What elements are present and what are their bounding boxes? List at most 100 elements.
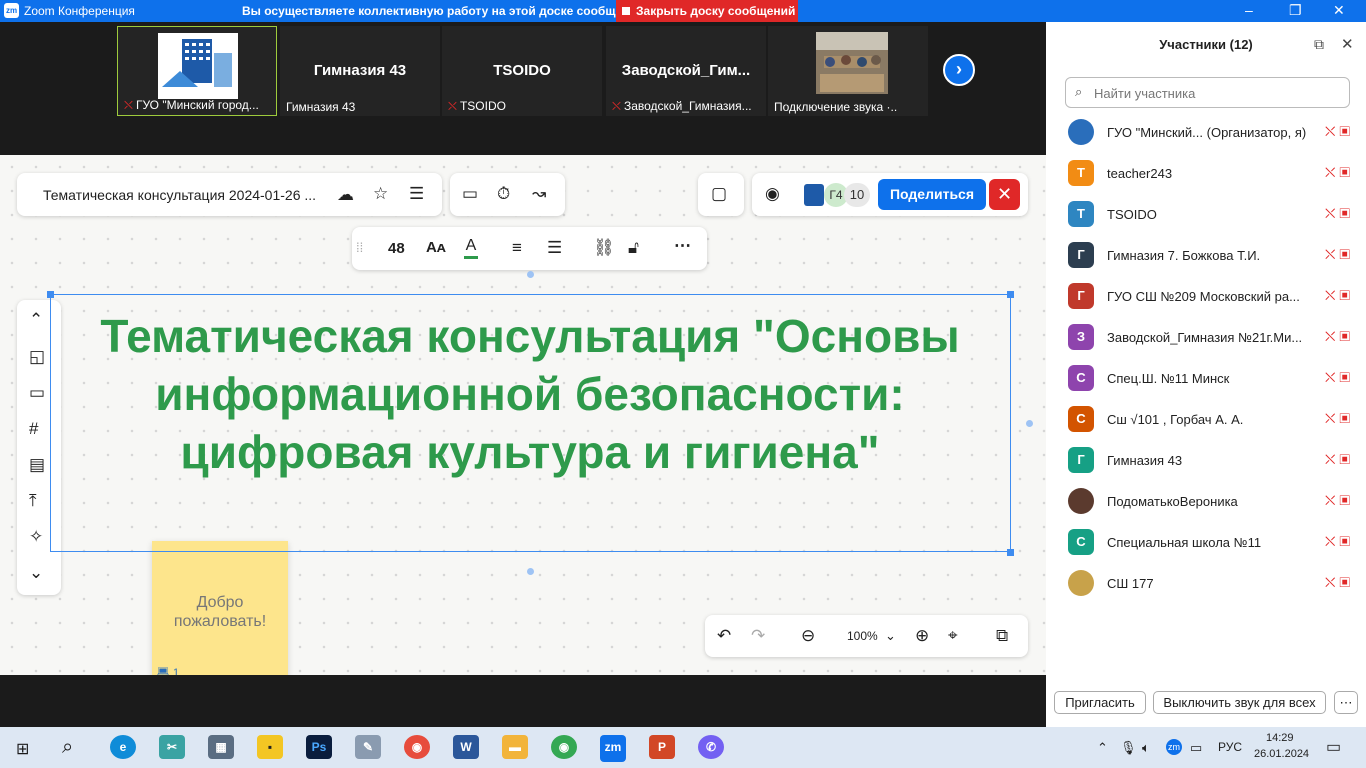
word-icon[interactable]: W bbox=[453, 735, 479, 759]
visibility-icon[interactable]: ◉ bbox=[765, 184, 780, 204]
next-page-button[interactable]: › bbox=[943, 54, 975, 86]
pages-icon[interactable]: ⧉ bbox=[996, 626, 1008, 646]
popout-icon[interactable]: ⧉ bbox=[1314, 36, 1324, 53]
chrome-profile-icon[interactable]: ◉ bbox=[551, 735, 577, 759]
star-icon[interactable]: ☆ bbox=[373, 184, 388, 204]
video-thumb[interactable]: ⛌ ГУО "Минский город... bbox=[117, 26, 277, 116]
powerpoint-icon[interactable]: P bbox=[649, 735, 675, 759]
participant-row[interactable]: Tteacher243 ⛌ ▣ bbox=[1046, 153, 1366, 194]
connector-dot[interactable] bbox=[527, 271, 534, 278]
minimize-icon[interactable]: – bbox=[1245, 2, 1253, 18]
network-icon[interactable]: ▭ bbox=[1190, 740, 1202, 756]
font-case-icon[interactable]: Aᴀ bbox=[426, 238, 446, 258]
video-thumb[interactable]: TSOIDO ⛌ TSOIDO bbox=[442, 26, 602, 116]
menu-icon[interactable]: ☰ bbox=[409, 184, 424, 204]
present-icon[interactable]: ▭ bbox=[462, 184, 478, 204]
headline-text[interactable]: Тематическая консультация "Основы информ… bbox=[60, 307, 1000, 481]
numbered-list-icon[interactable]: ☰ bbox=[547, 238, 562, 258]
search-input[interactable]: ⌕ Найти участника bbox=[1065, 77, 1350, 108]
participant-row[interactable]: Г Гимназия 43 ⛌ ▣ bbox=[1046, 440, 1366, 481]
comment-tool-icon[interactable]: ▭ bbox=[29, 383, 45, 403]
text-color-icon[interactable]: A bbox=[464, 236, 478, 259]
close-window-icon[interactable]: ✕ bbox=[1333, 2, 1345, 19]
snipping-tool-icon[interactable]: ✂ bbox=[159, 735, 185, 759]
participant-count[interactable]: 10 bbox=[844, 183, 870, 207]
redo-icon[interactable]: ↷ bbox=[751, 626, 765, 646]
microphone-icon[interactable]: 🎙︎ bbox=[1120, 740, 1137, 756]
more-options-icon[interactable]: ⋯ bbox=[674, 236, 691, 256]
magic-tools-icon[interactable]: ✧ bbox=[29, 527, 43, 547]
mute-all-button[interactable]: Выключить звук для всех bbox=[1153, 691, 1326, 714]
resize-handle[interactable] bbox=[1007, 291, 1014, 298]
drag-handle-icon[interactable]: ⁞⁞ bbox=[356, 238, 363, 258]
participant-row[interactable]: С Спец.Ш. №11 Минск ⛌ ▣ bbox=[1046, 358, 1366, 399]
laser-pointer-icon[interactable]: ↝ bbox=[532, 184, 546, 204]
zoom-taskbar-icon[interactable]: zm bbox=[600, 735, 626, 759]
chevron-down-icon[interactable]: ⌄ bbox=[885, 626, 896, 646]
align-center-icon[interactable]: ≡ bbox=[512, 238, 522, 258]
zoom-tray-icon[interactable]: zm bbox=[1166, 739, 1182, 755]
file-explorer-icon[interactable]: ▬ bbox=[502, 735, 528, 759]
timer-icon[interactable]: ⏱ bbox=[497, 184, 510, 204]
sticky-note[interactable]: Добро пожаловать! 💻︎ 1 bbox=[152, 541, 288, 675]
participant-row[interactable]: С Сш √101 , Горбач А. А. ⛌ ▣ bbox=[1046, 399, 1366, 440]
clock-time[interactable]: 14:29 bbox=[1266, 732, 1294, 744]
doc-title[interactable]: Тематическая консультация 2024-01-26 ... bbox=[43, 187, 316, 203]
chrome-icon[interactable]: ◉ bbox=[404, 735, 430, 759]
undo-icon[interactable]: ↶ bbox=[717, 626, 731, 646]
clock-date[interactable]: 26.01.2024 bbox=[1254, 748, 1309, 760]
calculator-icon[interactable]: ▦ bbox=[208, 735, 234, 759]
participant-row[interactable]: Г ГУО СШ №209 Московский ра... ⛌ ▣ bbox=[1046, 276, 1366, 317]
font-size-value[interactable]: 48 bbox=[388, 240, 405, 257]
collapse-up-icon[interactable]: ⌃ bbox=[29, 310, 43, 330]
participant-row[interactable]: T TSOIDO ⛌ ▣ bbox=[1046, 194, 1366, 235]
paint-icon[interactable]: ✎ bbox=[355, 735, 381, 759]
start-icon[interactable]: ⊞ bbox=[16, 739, 29, 759]
participant-row[interactable]: С Специальная школа №11 ⛌ ▣ bbox=[1046, 522, 1366, 563]
locate-icon[interactable]: ⌖ bbox=[948, 626, 958, 646]
volume-icon[interactable]: 🔈︎ bbox=[1142, 740, 1150, 756]
sticky-note-icon[interactable]: ◱ bbox=[29, 347, 45, 367]
lock-icon[interactable]: 🔓︎ bbox=[628, 238, 639, 258]
cloud-save-icon[interactable]: ☁ bbox=[337, 185, 354, 205]
close-board-x-button[interactable]: ✕ bbox=[989, 179, 1020, 210]
viber-icon[interactable]: ✆ bbox=[698, 735, 724, 759]
language-indicator[interactable]: РУС bbox=[1218, 740, 1242, 754]
upload-icon[interactable]: ⤒ bbox=[29, 491, 37, 511]
search-icon[interactable]: ⌕ bbox=[62, 736, 73, 759]
comment-icon[interactable]: ▢ bbox=[711, 184, 727, 204]
sticky-notes-icon[interactable]: ▪ bbox=[257, 735, 283, 759]
participant-row[interactable]: ГУО "Минский... (Организатор, я) ⛌ ▣ bbox=[1046, 112, 1366, 153]
participant-row[interactable]: Г Гимназия 7. Божкова Т.И. ⛌ ▣ bbox=[1046, 235, 1366, 276]
frame-icon[interactable]: # bbox=[29, 419, 38, 439]
participant-row[interactable]: З Заводской_Гимназия №21г.Ми... ⛌ ▣ bbox=[1046, 317, 1366, 358]
restore-icon[interactable]: ❐ bbox=[1289, 2, 1302, 19]
zoom-level[interactable]: 100% bbox=[847, 629, 878, 643]
connector-dot[interactable] bbox=[1026, 420, 1033, 427]
whiteboard-canvas[interactable]: Тематическая консультация 2024-01-26 ...… bbox=[0, 155, 1046, 675]
notifications-icon[interactable]: ▭ bbox=[1326, 737, 1341, 757]
video-thumb[interactable]: Подключение звука ·.. bbox=[768, 26, 928, 116]
stop-icon bbox=[622, 7, 630, 15]
resize-handle[interactable] bbox=[1007, 549, 1014, 556]
video-thumb[interactable]: Гимназия 43 Гимназия 43 bbox=[280, 26, 440, 116]
tray-chevron-icon[interactable]: ⌃ bbox=[1097, 740, 1108, 756]
share-button[interactable]: Поделиться bbox=[878, 179, 986, 210]
more-options-button[interactable]: ⋯ bbox=[1334, 691, 1358, 714]
video-thumb[interactable]: Заводской_Гим... ⛌ Заводской_Гимназия... bbox=[606, 26, 766, 116]
expand-down-icon[interactable]: ⌄ bbox=[29, 563, 43, 583]
connector-dot[interactable] bbox=[527, 568, 534, 575]
photoshop-icon[interactable]: Ps bbox=[306, 735, 332, 759]
participant-row[interactable]: ПодоматькоВероника ⛌ ▣ bbox=[1046, 481, 1366, 522]
template-icon[interactable]: ▤ bbox=[29, 455, 45, 475]
edge-icon[interactable]: e bbox=[110, 735, 136, 759]
zoom-in-icon[interactable]: ⊕ bbox=[915, 626, 929, 646]
close-board-button[interactable]: Закрыть доску сообщений bbox=[616, 0, 798, 22]
participant-row[interactable]: СШ 177 ⛌ ▣ bbox=[1046, 563, 1366, 604]
invite-button[interactable]: Пригласить bbox=[1054, 691, 1146, 714]
link-icon[interactable]: ⛓ bbox=[593, 238, 615, 258]
resize-handle[interactable] bbox=[47, 291, 54, 298]
close-icon[interactable]: ✕ bbox=[1341, 35, 1354, 53]
muted-status-icon: ⛌ ▣ bbox=[1325, 287, 1350, 303]
zoom-out-icon[interactable]: ⊖ bbox=[801, 626, 815, 646]
